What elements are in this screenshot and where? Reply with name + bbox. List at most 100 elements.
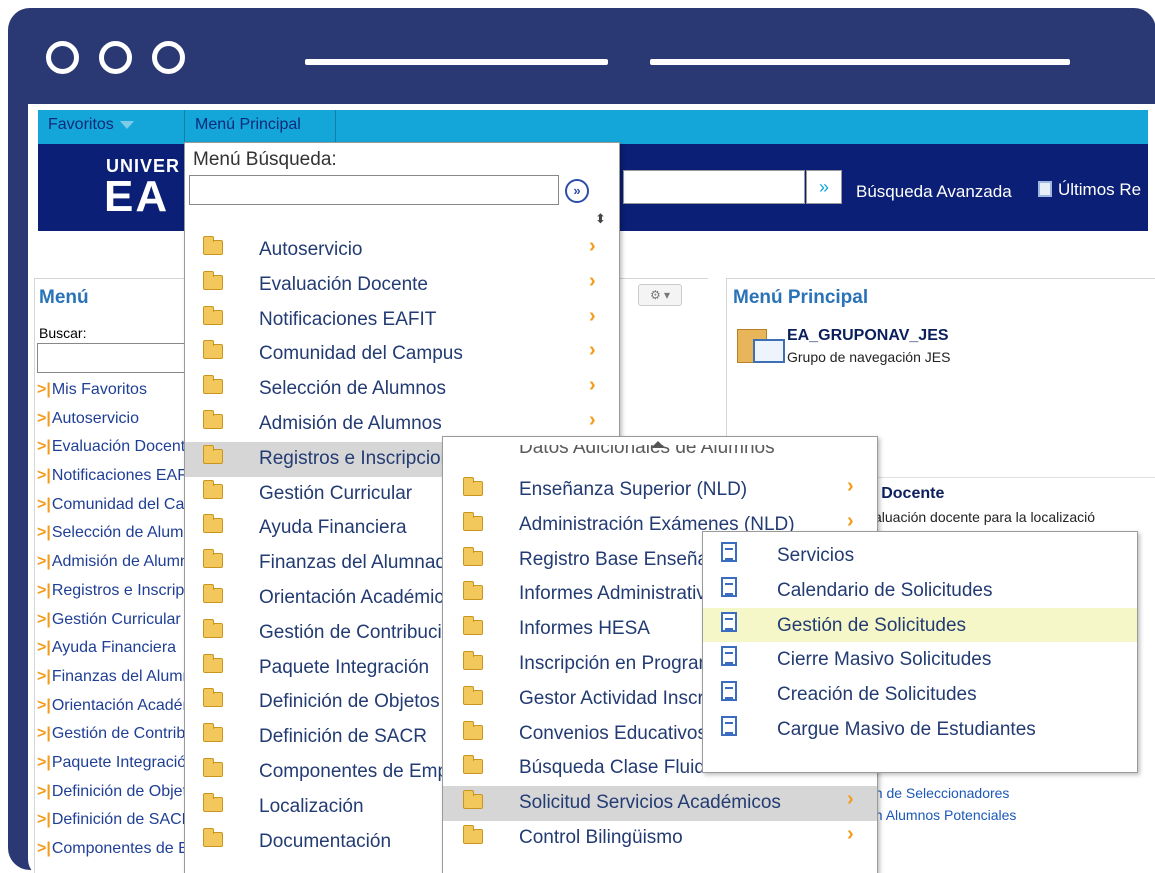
menu-item-label: Paquete Integración	[259, 656, 430, 678]
pagelet-settings-button[interactable]: ⚙ ▾	[638, 284, 682, 306]
document-icon	[721, 646, 737, 667]
menu-item-label: Registros e Inscripciones	[259, 447, 472, 469]
window-control-dot[interactable]	[46, 41, 79, 74]
menu-item-label: Inscripción en Programa	[519, 653, 725, 674]
document-icon	[721, 542, 737, 562]
menu-item-label: Ayuda Financiera	[259, 517, 407, 539]
folder-icon	[203, 410, 223, 429]
left-menu-item[interactable]: >|Comunidad del Campus	[37, 492, 193, 521]
submenu-item[interactable]: Cargue Masivo de Estudiantes	[703, 712, 1137, 747]
menu-item[interactable]: Control Bilingüismo ›	[443, 821, 877, 856]
left-menu-item[interactable]: >|Registros e Inscripciones	[37, 578, 193, 607]
menu-item[interactable]: Autoservicio ›	[185, 233, 621, 268]
submenu-item-label: Cargue Masivo de Estudiantes	[777, 719, 1036, 740]
folder-icon	[463, 477, 483, 496]
chevron-right-icon: >|	[37, 581, 51, 599]
menu-item-label: Enseñanza Superior (NLD)	[519, 479, 748, 500]
left-menu-item[interactable]: >|Finanzas del Alumnado	[37, 664, 193, 693]
chevron-right-icon: ›	[847, 475, 854, 497]
window-control-dot[interactable]	[99, 41, 132, 74]
folder-icon	[203, 270, 223, 290]
left-menu-item[interactable]: >|Orientación Académica	[37, 693, 193, 722]
folder-icon	[203, 305, 223, 325]
menu-item-label: Informes HESA	[519, 618, 650, 640]
folder-icon[interactable]	[737, 325, 785, 365]
menu-item[interactable]: Selección de Alumnos ›	[185, 372, 621, 407]
menu-item-label: Finanzas del Alumnado	[259, 552, 457, 574]
chevron-right-icon: >|	[37, 495, 51, 513]
left-menu-item[interactable]: >|Autoservicio	[37, 406, 193, 435]
left-menu-item[interactable]: >|Gestión de Contribuciones	[37, 721, 193, 750]
recent-searches-link[interactable]: Últimos Re	[1038, 180, 1141, 200]
left-menu-item[interactable]: >|Definición de SACR	[37, 807, 193, 836]
browser-frame: Favoritos Menú Principal UNIVER EA » Bús…	[8, 8, 1155, 873]
submenu-item[interactable]: Servicios	[703, 538, 1137, 573]
menu-item-label: Selección de Alumnos	[259, 378, 446, 400]
left-menu-item[interactable]: >|Gestión Curricular	[37, 607, 193, 636]
submenu-item[interactable]: Creación de Solicitudes	[703, 677, 1137, 712]
document-icon	[721, 576, 737, 597]
chevron-right-icon: ›	[847, 788, 854, 811]
top-nav: Favoritos Menú Principal	[38, 110, 1148, 144]
submenu-item-label: Cierre Masivo Solicitudes	[777, 649, 992, 671]
menu-search-go-icon[interactable]: »	[565, 179, 589, 203]
main-menu-label: Menú Principal	[195, 116, 301, 133]
submenu-item[interactable]: Cierre Masivo Solicitudes	[703, 642, 1137, 677]
chevron-right-icon: >|	[37, 725, 51, 743]
left-menu-pagelet: Menú Buscar: >|Mis Favoritos >|Autoservi…	[34, 278, 197, 873]
left-menu-item[interactable]: >|Admisión de Alumnos	[37, 549, 193, 578]
main-menu-pagelet-title: Menú Principal	[733, 287, 869, 308]
submenu-item-cut[interactable]: Datos Adicionales de Alumnos	[519, 445, 775, 457]
chevron-right-icon: >|	[37, 524, 51, 542]
section-link[interactable]: ón Alumnos Potenciales	[867, 807, 1016, 823]
menu-item[interactable]: Enseñanza Superior (NLD) ›	[443, 473, 877, 508]
section-title[interactable]: n Docente	[867, 485, 944, 503]
advanced-search-link[interactable]: Búsqueda Avanzada	[856, 182, 1012, 202]
menu-item-label: Documentación	[259, 830, 392, 852]
favorites-menu[interactable]: Favoritos	[38, 110, 178, 144]
folder-icon	[203, 792, 223, 812]
left-menu-title: Menú	[39, 287, 89, 308]
left-menu-item[interactable]: >|Componentes de Empresa	[37, 836, 193, 865]
submenu-item[interactable]: Gestión de Solicitudes	[703, 607, 1137, 643]
left-menu-item[interactable]: >|Definición de Objetos	[37, 779, 193, 808]
header-search-go-button[interactable]: »	[806, 170, 842, 204]
menu-item[interactable]: Notificaciones EAFIT ›	[185, 303, 621, 338]
folder-icon	[463, 685, 483, 705]
submenu-item[interactable]: Calendario de Solicitudes	[703, 573, 1137, 608]
chevron-right-icon: ›	[589, 409, 596, 431]
menu-item-label: Gestión Curricular	[259, 482, 413, 504]
left-menu-item[interactable]: >|Ayuda Financiera	[37, 635, 193, 664]
left-menu-item[interactable]: >|Selección de Alumnos	[37, 520, 193, 549]
window-control-dot[interactable]	[152, 41, 185, 74]
left-menu-item[interactable]: >|Paquete Integración	[37, 750, 193, 779]
menu-item-label: Localización	[259, 795, 364, 817]
left-search-input[interactable]	[37, 343, 197, 373]
sort-icon[interactable]: ⬍	[595, 211, 606, 227]
folder-icon	[463, 546, 483, 566]
left-menu-item[interactable]: >|Notificaciones EAFIT	[37, 463, 193, 492]
chevron-right-icon: >|	[37, 409, 51, 427]
menu-search-input[interactable]	[189, 175, 559, 205]
chevron-right-icon: >|	[37, 696, 51, 714]
left-search-label: Buscar:	[39, 325, 87, 341]
nav-group-description: Grupo de navegación JES	[787, 349, 951, 365]
section-link[interactable]: ón de Seleccionadores	[867, 785, 1009, 801]
menu-item-label: Definición de Objetos	[259, 691, 440, 713]
address-bar-placeholder	[305, 59, 608, 65]
folder-icon	[203, 340, 223, 360]
menu-item[interactable]: Comunidad del Campus ›	[185, 337, 621, 372]
menu-item-label: Informes Administrativos	[519, 583, 726, 605]
chevron-right-icon: >|	[37, 467, 51, 485]
menu-item[interactable]: Solicitud Servicios Académicos ›	[443, 786, 877, 821]
chevron-right-icon: >|	[37, 438, 51, 456]
menu-item[interactable]: Evaluación Docente ›	[185, 268, 621, 303]
left-menu-item[interactable]: >|Evaluación Docente	[37, 434, 193, 463]
header-search-input[interactable]	[623, 170, 805, 204]
folder-icon	[203, 827, 223, 847]
menu-item-label: Convenios Educativos	[519, 722, 707, 744]
left-menu-item[interactable]: >|Mis Favoritos	[37, 377, 193, 406]
nav-group-name[interactable]: EA_GRUPONAV_JES	[787, 327, 949, 345]
main-menu-tab[interactable]: Menú Principal	[184, 110, 336, 144]
menu-item-label: Solicitud Servicios Académicos	[519, 792, 781, 814]
